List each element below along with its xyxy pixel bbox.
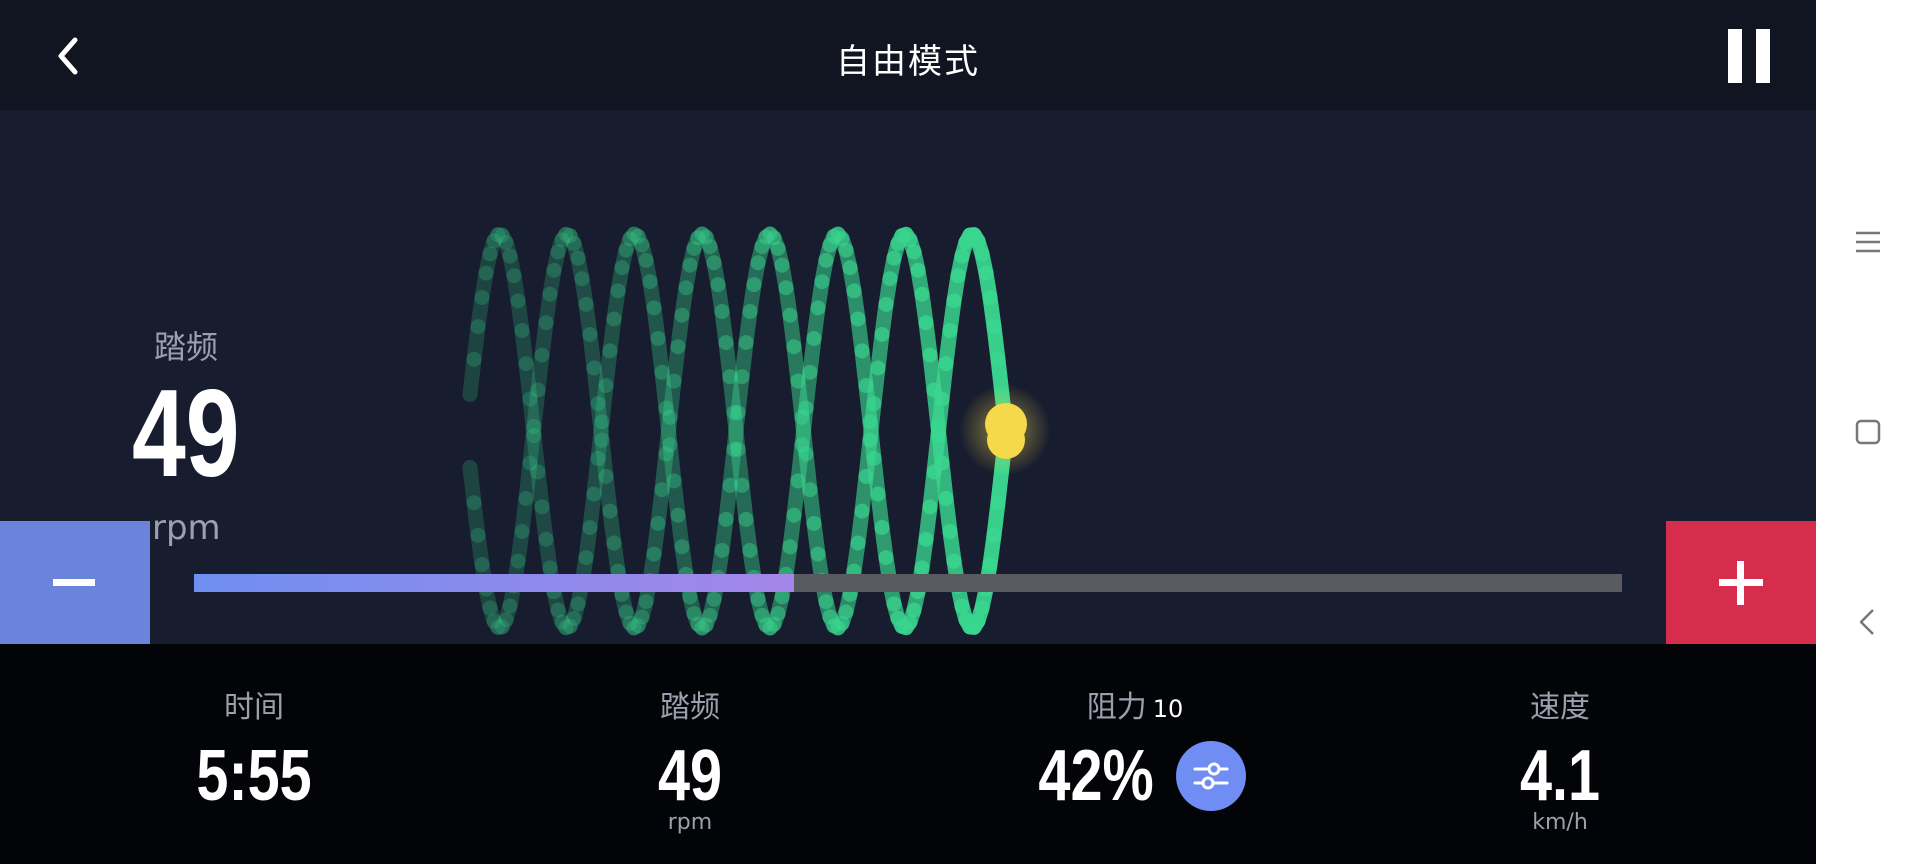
resistance-label: 阻力 bbox=[1086, 690, 1147, 725]
stat-time: 时间 5:55 bbox=[160, 682, 348, 812]
resistance-settings-button[interactable] bbox=[1176, 741, 1247, 811]
resistance-progress-fill bbox=[194, 574, 794, 592]
menu-icon[interactable] bbox=[1848, 222, 1888, 262]
stat-cadence: 踏频 49 rpm bbox=[600, 682, 780, 835]
pedal-indicator-tail bbox=[987, 421, 1025, 459]
page-title: 自由模式 bbox=[836, 42, 980, 82]
decrease-resistance-button[interactable] bbox=[0, 521, 150, 644]
cadence-stat-value: 49 bbox=[657, 736, 723, 816]
back-icon[interactable] bbox=[1848, 602, 1888, 642]
time-value: 5:55 bbox=[196, 736, 312, 816]
resistance-progress-bar bbox=[194, 574, 1622, 592]
home-square-icon[interactable] bbox=[1848, 412, 1888, 452]
pause-button[interactable] bbox=[1722, 26, 1776, 86]
pause-icon-bar bbox=[1756, 29, 1770, 83]
workout-stage: 踏频 49 rpm bbox=[0, 110, 1816, 644]
resistance-value-row: 42% bbox=[1010, 740, 1260, 812]
speed-label: 速度 bbox=[1530, 690, 1590, 725]
time-label: 时间 bbox=[224, 690, 284, 725]
cadence-value: 49 bbox=[132, 365, 240, 503]
plus-icon-vertical bbox=[1737, 561, 1744, 605]
system-navigation-bar bbox=[1816, 0, 1920, 864]
cadence-label: 踏频 bbox=[154, 328, 219, 366]
pedal-wave-visual bbox=[462, 226, 1051, 636]
top-bar: 自由模式 bbox=[0, 0, 1816, 110]
stats-bar: 时间 5:55 踏频 49 rpm 阻力 10 42% 速度 4.1 km/h bbox=[0, 644, 1816, 864]
stat-resistance: 阻力 10 42% bbox=[1010, 682, 1260, 812]
sliders-icon bbox=[1193, 762, 1229, 790]
pause-icon bbox=[1728, 29, 1742, 83]
minus-icon bbox=[53, 579, 95, 586]
increase-resistance-button[interactable] bbox=[1666, 521, 1816, 644]
speed-value: 4.1 bbox=[1519, 736, 1601, 816]
cadence-unit: rpm bbox=[152, 508, 221, 548]
app-screen: 自由模式 踏频 49 rpm 时间 5:55 踏频 49 rpm 阻力 10 4… bbox=[0, 0, 1816, 864]
resistance-level: 10 bbox=[1152, 695, 1184, 723]
resistance-value: 42% bbox=[1038, 736, 1154, 816]
stat-speed: 速度 4.1 km/h bbox=[1470, 682, 1650, 835]
resistance-label-row: 阻力 10 bbox=[1010, 682, 1260, 726]
cadence-stat-label: 踏频 bbox=[660, 690, 720, 725]
